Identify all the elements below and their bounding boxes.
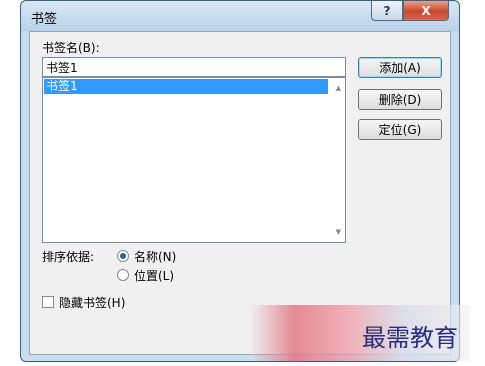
watermark-logo: 最需教育 (362, 324, 458, 352)
delete-button[interactable]: 删除(D) (358, 89, 442, 110)
hidden-bookmarks-checkbox[interactable] (42, 296, 54, 308)
close-button[interactable]: X (403, 1, 449, 21)
scroll-up-arrow-icon[interactable]: ▲ (336, 84, 341, 92)
sort-by-name-label[interactable]: 名称(N) (134, 248, 176, 265)
goto-button[interactable]: 定位(G) (358, 119, 442, 140)
hidden-bookmarks-label[interactable]: 隐藏书签(H) (59, 294, 125, 311)
bookmark-name-label: 书签名(B): (42, 41, 100, 55)
help-button[interactable]: ? (371, 1, 403, 21)
sort-by-location-label[interactable]: 位置(L) (134, 267, 174, 284)
title-bar[interactable]: 书签 ? X (21, 1, 459, 31)
sort-by-name-radio[interactable] (117, 250, 129, 262)
list-item[interactable]: 书签1 (44, 79, 328, 94)
add-button[interactable]: 添加(A) (358, 57, 442, 78)
scroll-down-arrow-icon[interactable]: ▼ (336, 228, 341, 236)
bookmark-list[interactable]: 书签1 ▲ ▼ (42, 77, 346, 243)
sort-by-location-radio[interactable] (117, 269, 129, 281)
bookmark-name-input[interactable] (42, 57, 346, 77)
dialog-title: 书签 (31, 12, 58, 27)
sort-by-label: 排序依据: (42, 250, 95, 264)
